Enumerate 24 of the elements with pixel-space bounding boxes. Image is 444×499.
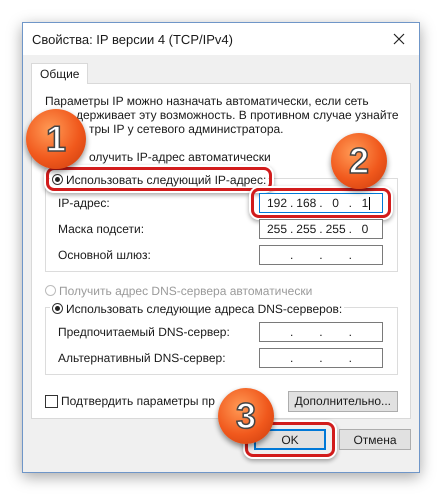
- ip-input-field[interactable]: . . .: [259, 244, 383, 264]
- radio-button[interactable]: Использовать следующий IP-адрес:: [52, 172, 266, 186]
- close-icon: [393, 33, 405, 45]
- window-title: Свойства: IP версии 4 (TCP/IPv4): [32, 32, 233, 46]
- dialog-button[interactable]: OK: [254, 429, 326, 450]
- field-label: IP-адрес:: [58, 196, 111, 210]
- option-label: олучить IP-адрес автоматически: [89, 150, 271, 164]
- advanced-button[interactable]: Дополнительно...: [288, 390, 398, 412]
- ip-input-field[interactable]: 255 . 255 . 255 . 0: [259, 218, 383, 238]
- field-label: Альтернативный DNS-сервер:: [58, 350, 227, 364]
- dialog-button[interactable]: Отмена: [339, 429, 411, 450]
- ip-input-field[interactable]: . . .: [259, 348, 383, 368]
- field-label: Предпочитаемый DNS-сервер:: [58, 324, 231, 338]
- checkbox[interactable]: Подтвердить параметры пр: [45, 394, 215, 408]
- tab[interactable]: Общие: [31, 63, 88, 84]
- ip-input-field[interactable]: 192 . 168 . 0 . 1: [259, 192, 383, 212]
- description-text: тры IP у сетевого администратора.: [89, 122, 284, 136]
- field-label: Основной шлюз:: [58, 248, 152, 262]
- ip-input-field[interactable]: . . .: [259, 322, 383, 342]
- text-cursor: [369, 196, 370, 210]
- radio-button[interactable]: Использовать следующие адреса DNS-серверов:: [52, 302, 342, 316]
- description-text: Параметры IP можно назначать автоматически, если сеть: [45, 94, 369, 108]
- field-label: Маска подсети:: [58, 222, 146, 236]
- description-text: держивает эту возможность. В противном случае узнайте: [76, 108, 399, 122]
